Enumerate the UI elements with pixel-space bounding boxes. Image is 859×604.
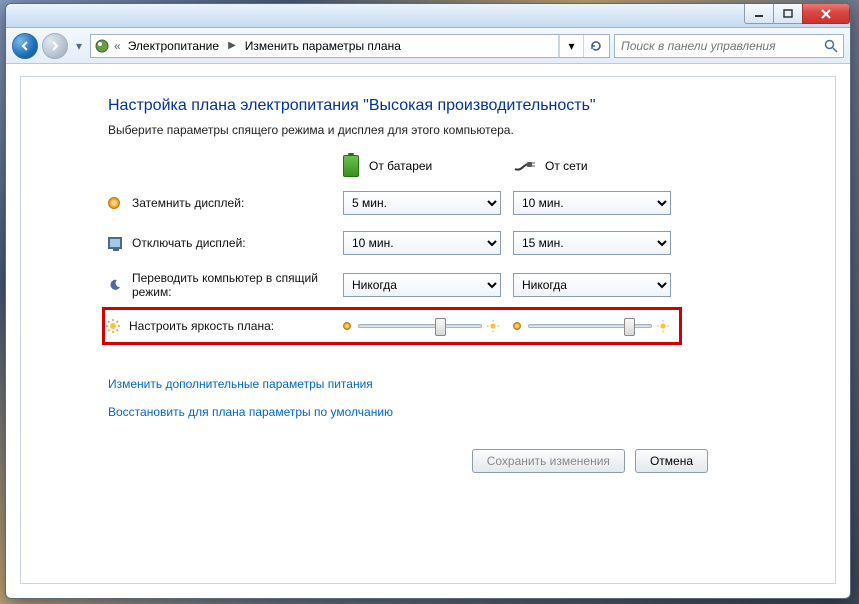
dim-icon [108,197,120,209]
label-sleep: Переводить компьютер в спящий режим: [132,271,343,299]
titlebar[interactable] [6,4,850,28]
dim-ac-select[interactable]: 10 мин. [513,191,671,215]
battery-icon [343,155,359,177]
breadcrumb-editplan[interactable]: Изменить параметры плана [241,37,405,55]
breadcrumb-power[interactable]: Электропитание [124,37,223,55]
address-bar-buttons: ▾ [558,35,607,57]
off-ac-select[interactable]: 15 мин. [513,231,671,255]
sleep-battery-select[interactable]: Никогда [343,273,501,297]
address-bar[interactable]: « Электропитание ▶ Изменить параметры пл… [90,34,610,58]
save-button[interactable]: Сохранить изменения [472,449,625,473]
off-battery-select[interactable]: 10 мин. [343,231,501,255]
links-section: Изменить дополнительные параметры питани… [108,377,748,419]
search-box[interactable] [614,34,844,58]
col-ac-label: От сети [545,159,588,173]
dim-battery-select[interactable]: 5 мин. [343,191,501,215]
row-turn-off-display: Отключать дисплей: 10 мин. 15 мин. [108,231,748,255]
brightness-slider-battery[interactable] [340,319,500,333]
col-battery-label: От батареи [369,159,432,173]
window-frame: ▾ « Электропитание ▶ Изменить параметры … [5,3,851,599]
sun-high-icon [656,319,670,333]
row-dim-display: Затемнить дисплей: 5 мин. 10 мин. [108,191,748,215]
monitor-icon [108,237,122,249]
ac-plug-icon [513,159,535,173]
link-restore-defaults[interactable]: Восстановить для плана параметры по умол… [108,405,748,419]
highlight-box: Настроить яркость плана: [102,307,682,345]
refresh-button[interactable] [583,35,607,57]
slider-track[interactable] [528,324,652,328]
page-subtitle: Выберите параметры спящего режима и дисп… [108,123,748,137]
label-off: Отключать дисплей: [132,236,343,250]
button-row: Сохранить изменения Отмена [108,449,748,473]
address-dropdown-button[interactable]: ▾ [559,35,583,57]
search-input[interactable] [619,38,823,54]
row-brightness: Настроить яркость плана: [105,318,679,334]
content-panel: Настройка плана электропитания "Высокая … [20,76,836,584]
link-advanced-settings[interactable]: Изменить дополнительные параметры питани… [108,377,748,391]
sun-high-icon [486,319,500,333]
label-dim: Затемнить дисплей: [132,196,343,210]
label-brightness: Настроить яркость плана: [129,319,340,333]
page-title: Настройка плана электропитания "Высокая … [108,97,748,115]
breadcrumb-chevron-icon[interactable]: ▶ [225,40,239,51]
row-sleep: Переводить компьютер в спящий режим: Ник… [108,271,748,299]
moon-icon [108,278,132,292]
window-controls [744,4,850,24]
cancel-button[interactable]: Отмена [635,449,708,473]
control-panel-icon [93,38,111,54]
back-button[interactable] [12,33,38,59]
maximize-button[interactable] [773,4,803,24]
sun-low-icon [510,319,524,333]
brightness-slider-ac[interactable] [510,319,670,333]
breadcrumb-back-chevron[interactable]: « [113,39,122,53]
forward-button[interactable] [42,33,68,59]
close-button[interactable] [802,4,850,24]
sun-low-icon [340,319,354,333]
navigation-bar: ▾ « Электропитание ▶ Изменить параметры … [6,28,850,64]
sleep-ac-select[interactable]: Никогда [513,273,671,297]
slider-thumb[interactable] [435,318,446,336]
minimize-button[interactable] [744,4,774,24]
brightness-icon [105,318,129,334]
column-headers: От батареи От сети [108,155,748,177]
search-icon[interactable] [823,38,839,54]
slider-thumb[interactable] [624,318,635,336]
slider-track[interactable] [358,324,482,328]
nav-history-dropdown[interactable]: ▾ [72,39,86,53]
